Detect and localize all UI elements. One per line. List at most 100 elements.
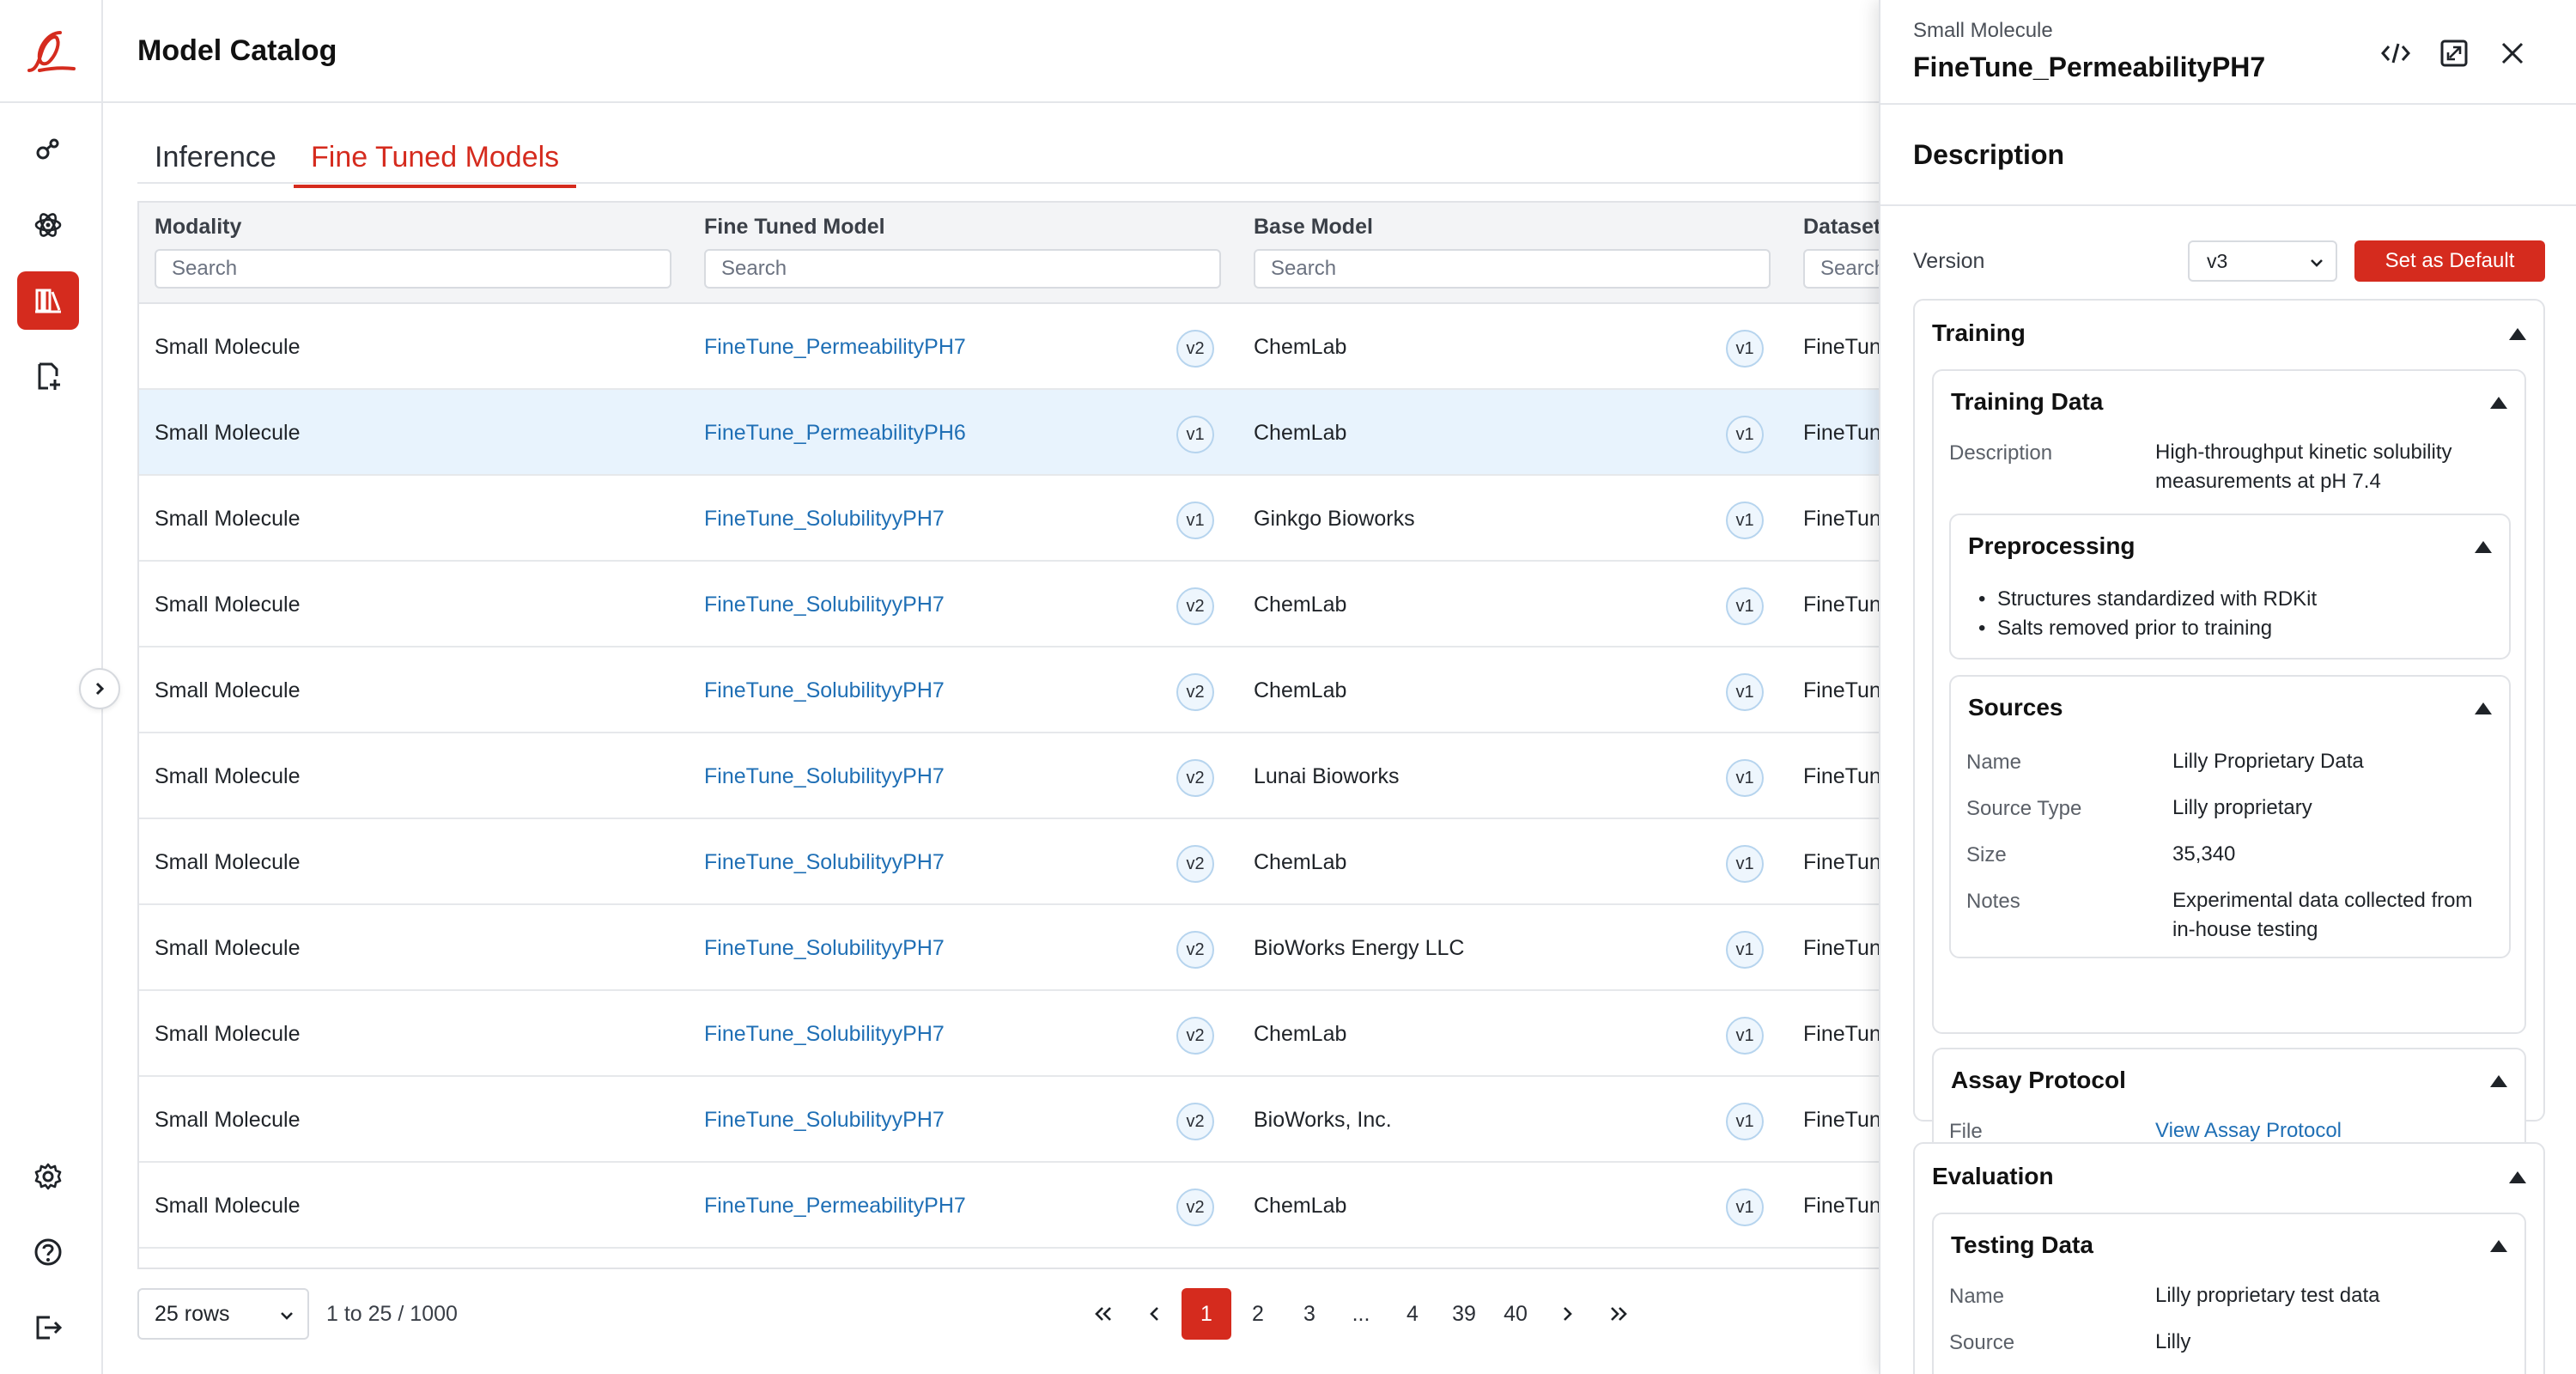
cell-base-model: BioWorks Energy LLC bbox=[1254, 936, 1465, 960]
page-button-2[interactable]: 2 bbox=[1233, 1288, 1283, 1340]
table-row[interactable]: Small Molecule FineTune_SolubilityyPH7 v2 L… bbox=[139, 733, 1887, 819]
nav-models-button[interactable] bbox=[17, 120, 79, 179]
version-value: v3 bbox=[2207, 249, 2228, 272]
collapse-evaluation-icon[interactable] bbox=[2509, 1171, 2526, 1183]
source-notes-label: Notes bbox=[1966, 890, 2020, 913]
help-icon bbox=[34, 1238, 62, 1266]
page-button-3[interactable]: 3 bbox=[1285, 1288, 1334, 1340]
table-row[interactable]: Small Molecule FineTune_PermeabilityPH7 v2… bbox=[139, 304, 1887, 390]
fine-tuned-model-link[interactable]: FineTune_PermeabilityPH7 bbox=[704, 335, 966, 360]
modality-search-input[interactable] bbox=[155, 249, 671, 289]
tab-fine-tuned-models[interactable]: Fine Tuned Models bbox=[294, 141, 577, 188]
fine-tuned-model-link[interactable]: FineTune_SolubilityyPH7 bbox=[704, 936, 945, 961]
collapse-testing-data-icon[interactable] bbox=[2490, 1240, 2507, 1252]
cell-modality: Small Molecule bbox=[155, 421, 301, 445]
table-row[interactable]: Small Molecule FineTune_PermeabilityPH6 v1… bbox=[139, 390, 1887, 476]
model-version-badge: v2 bbox=[1176, 1017, 1214, 1055]
view-assay-protocol-link[interactable]: View Assay Protocol bbox=[2155, 1116, 2342, 1146]
fine-tuned-model-link[interactable]: FineTune_SolubilityyPH7 bbox=[704, 1022, 945, 1047]
double-chevron-left-icon bbox=[1095, 1307, 1111, 1321]
column-header-dataset[interactable]: Dataset bbox=[1803, 215, 1880, 240]
cell-dataset: FineTun bbox=[1803, 936, 1881, 960]
row-range-label: 1 to 25 / 1000 bbox=[326, 1302, 458, 1326]
fine-tuned-model-link[interactable]: FineTune_PermeabilityPH7 bbox=[704, 1194, 966, 1219]
set-as-default-button[interactable]: Set as Default bbox=[2354, 240, 2545, 282]
source-name-value: Lilly Proprietary Data bbox=[2172, 750, 2364, 773]
page-button-1[interactable]: 1 bbox=[1182, 1288, 1231, 1340]
cell-dataset: FineTun bbox=[1803, 335, 1881, 359]
page-button-40[interactable]: 40 bbox=[1491, 1288, 1540, 1340]
fine-tuned-model-link[interactable]: FineTune_SolubilityyPH7 bbox=[704, 764, 945, 789]
nav-atom-button[interactable] bbox=[17, 196, 79, 254]
preprocessing-item: Structures standardized with RDKit bbox=[1978, 587, 2317, 611]
view-code-button[interactable] bbox=[2377, 34, 2415, 72]
double-chevron-right-icon bbox=[1611, 1307, 1627, 1321]
table-row[interactable]: Small Molecule FineTune_SolubilityyPH7 v2 C… bbox=[139, 991, 1887, 1077]
nodes-icon bbox=[36, 138, 59, 160]
table-header: Modality Fine Tuned Model Base Model Dat… bbox=[139, 203, 1887, 304]
collapse-sources-icon[interactable] bbox=[2475, 702, 2492, 714]
last-page-button[interactable] bbox=[1594, 1288, 1643, 1340]
nav-logout-button[interactable] bbox=[17, 1298, 79, 1357]
expand-rail-button[interactable] bbox=[79, 668, 120, 709]
table-row[interactable]: Small Molecule FineTune_PermeabilityPH7 v2… bbox=[139, 1163, 1887, 1249]
cell-modality: Small Molecule bbox=[155, 1108, 301, 1132]
source-type-value: Lilly proprietary bbox=[2172, 796, 2312, 819]
dataset-search-input[interactable] bbox=[1803, 249, 1887, 289]
cell-base-model: ChemLab bbox=[1254, 593, 1347, 617]
chevron-left-icon bbox=[1150, 1307, 1158, 1321]
nav-settings-button[interactable] bbox=[17, 1147, 79, 1206]
collapse-preprocessing-icon[interactable] bbox=[2475, 541, 2492, 553]
table-row[interactable]: Small Molecule FineTune_SolubilityyPH7 v2 C… bbox=[139, 647, 1887, 733]
model-version-badge: v2 bbox=[1176, 587, 1214, 625]
fine-tuned-model-link[interactable]: FineTune_SolubilityyPH7 bbox=[704, 678, 945, 703]
collapse-training-icon[interactable] bbox=[2509, 328, 2526, 340]
cell-dataset: FineTun bbox=[1803, 421, 1881, 445]
next-page-button[interactable] bbox=[1542, 1288, 1592, 1340]
table-row[interactable]: Small Molecule FineTune_SolubilityyPH7 v2 C… bbox=[139, 562, 1887, 647]
model-version-badge: v2 bbox=[1176, 845, 1214, 883]
fine-tuned-model-link[interactable]: FineTune_PermeabilityPH6 bbox=[704, 421, 966, 446]
fine-tuned-model-link[interactable]: FineTune_SolubilityyPH7 bbox=[704, 850, 945, 875]
base-version-badge: v1 bbox=[1726, 587, 1764, 625]
version-select[interactable]: v3 bbox=[2188, 240, 2337, 282]
table-row[interactable]: Small Molecule FineTune_SolubilityyPH7 v2 B… bbox=[139, 1077, 1887, 1163]
testing-name-value: Lilly proprietary test data bbox=[2155, 1284, 2380, 1307]
nav-catalog-button[interactable] bbox=[17, 271, 79, 330]
atom-icon bbox=[34, 213, 62, 237]
sources-title: Sources bbox=[1968, 694, 2063, 720]
prev-page-button[interactable] bbox=[1130, 1288, 1180, 1340]
close-panel-button[interactable] bbox=[2494, 34, 2531, 72]
lilly-logo[interactable] bbox=[22, 27, 79, 76]
fine-tuned-model-link[interactable]: FineTune_SolubilityyPH7 bbox=[704, 507, 945, 532]
column-header-fine-tuned-model[interactable]: Fine Tuned Model bbox=[704, 215, 885, 240]
fine-tuned-model-link[interactable]: FineTune_SolubilityyPH7 bbox=[704, 593, 945, 617]
tab-inference[interactable]: Inference bbox=[155, 141, 276, 185]
rows-per-page-select[interactable]: 25 rows bbox=[137, 1288, 309, 1340]
collapse-training-data-icon[interactable] bbox=[2490, 397, 2507, 409]
cell-dataset: FineTun bbox=[1803, 678, 1881, 702]
cell-modality: Small Molecule bbox=[155, 1194, 301, 1218]
cell-dataset: FineTun bbox=[1803, 764, 1881, 788]
base-model-search-input[interactable] bbox=[1254, 249, 1771, 289]
fine-tuned-model-search-input[interactable] bbox=[704, 249, 1221, 289]
expand-panel-button[interactable] bbox=[2435, 34, 2473, 72]
page-button-4[interactable]: 4 bbox=[1388, 1288, 1437, 1340]
collapse-assay-protocol-icon[interactable] bbox=[2490, 1075, 2507, 1087]
training-section: Training Training Data Description High-… bbox=[1913, 299, 2545, 1158]
table-row[interactable]: Small Molecule FineTune_SolubilityyPH7 v2 B… bbox=[139, 905, 1887, 991]
table-row[interactable]: Small Molecule FineTune_SolubilityyPH7 v1 G… bbox=[139, 476, 1887, 562]
column-header-modality[interactable]: Modality bbox=[155, 215, 241, 240]
column-header-base-model[interactable]: Base Model bbox=[1254, 215, 1373, 240]
source-size-value: 35,340 bbox=[2172, 842, 2236, 866]
nav-help-button[interactable] bbox=[17, 1223, 79, 1281]
chevron-right-icon bbox=[1564, 1307, 1572, 1321]
first-page-button[interactable] bbox=[1078, 1288, 1128, 1340]
cell-base-model: BioWorks, Inc. bbox=[1254, 1108, 1392, 1132]
testing-name-label: Name bbox=[1949, 1285, 2005, 1308]
cell-modality: Small Molecule bbox=[155, 936, 301, 960]
nav-new-file-button[interactable] bbox=[17, 347, 79, 405]
table-row[interactable]: Small Molecule FineTune_SolubilityyPH7 v2 C… bbox=[139, 819, 1887, 905]
fine-tuned-model-link[interactable]: FineTune_SolubilityyPH7 bbox=[704, 1108, 945, 1133]
page-button-39[interactable]: 39 bbox=[1439, 1288, 1489, 1340]
